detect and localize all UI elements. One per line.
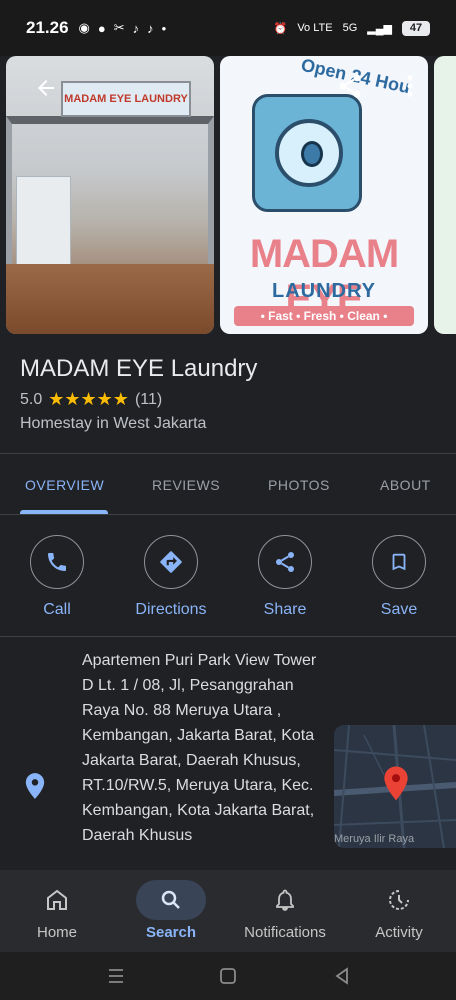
whatsapp-icon: ◉ [78,20,90,35]
call-button[interactable]: Call [0,535,114,619]
nav-activity-label: Activity [375,924,423,941]
directions-label: Directions [135,601,207,618]
nav-home[interactable]: Home [0,870,114,952]
nav-search[interactable]: Search [114,870,228,952]
message-icon: ● [97,20,106,36]
activity-icon-wrap [364,880,434,920]
map-street-label: Meruya Ilir Raya [334,833,415,845]
phone-icon [48,553,66,571]
alarm-icon: ⏰ [273,22,288,35]
save-label: Save [380,601,418,618]
back-system-icon[interactable] [330,964,354,988]
search-icon-wrap [136,880,206,920]
nav-home-label: Home [36,924,77,941]
system-navigation-bar [0,952,456,1000]
home-icon [47,889,67,910]
tab-bar: OVERVIEW REVIEWS PHOTOS ABOUT [0,453,456,515]
signal-bars-icon: ▂▄▆ [367,22,392,35]
status-time: 21.26 [26,18,69,37]
rating-row[interactable]: 5.0 ★★★★★ (11) [20,389,162,410]
photo-carousel[interactable]: MADAM EYE LAUNDRY Open 24 Hou MADAM EYE … [0,56,456,346]
home-icon-wrap [22,880,92,920]
arrow-back-icon [38,80,54,96]
notification-icons: ◉ ● ✂ ♪ ♪ • [79,20,167,36]
rating-stars: ★★★★★ [48,389,129,409]
tiktok-icon-2: ♪ [147,20,154,36]
logo-tagline: • Fast • Fresh • Clean • [234,306,414,326]
volte-label: Vo LTE [297,22,333,34]
share-circle [258,535,312,589]
home-system-icon[interactable] [216,964,240,988]
recents-icon[interactable] [104,964,128,988]
tiktok-icon: ♪ [132,20,140,36]
share-label: Share [263,601,307,618]
more-options-icon[interactable] [402,72,418,100]
share-photo-icon[interactable] [336,72,364,100]
logo-sub-text: LAUNDRY [271,280,377,302]
washer-eye [301,141,323,167]
nav-notifications[interactable]: Notifications [228,870,342,952]
bell-icon [276,889,294,911]
system-status: ⏰ Vo LTE 5G ▂▄▆ 47 [273,20,430,36]
directions-icon [160,551,182,573]
place-title: MADAM EYE Laundry [20,355,258,382]
photo-partial[interactable] [434,56,456,334]
washer-door [275,119,343,187]
back-button[interactable] [30,72,62,104]
nav-activity[interactable]: Activity [342,870,456,952]
storefront-sign: MADAM EYE LAUNDRY [61,81,191,117]
location-pin-icon [25,773,45,799]
action-buttons: Call Directions Share Save [0,535,456,635]
status-bar: 21.26 ◉ ● ✂ ♪ ♪ • ⏰ Vo LTE 5G ▂▄▆ 47 [0,0,456,56]
share-button[interactable]: Share [228,535,342,619]
directions-circle [144,535,198,589]
tab-indicator [20,510,108,514]
tab-about[interactable]: ABOUT [380,454,431,516]
map-pin-icon [384,766,408,801]
place-category: Homestay in West Jakarta [20,415,207,432]
tab-overview[interactable]: OVERVIEW [25,454,104,516]
activity-icon [389,890,409,910]
signal-label: 5G [342,22,358,34]
address-text[interactable]: Apartemen Puri Park View Tower D Lt. 1 /… [82,648,328,848]
tab-reviews[interactable]: REVIEWS [152,454,220,516]
nav-notifications-label: Notifications [244,924,326,941]
share-icon [276,552,294,572]
call-circle [30,535,84,589]
bookmark-icon [392,553,406,571]
rating-value: 5.0 [20,390,43,408]
battery-indicator: 47 [402,20,430,36]
dot-icon: • [161,20,167,36]
map-thumbnail[interactable]: Meruya Ilir Raya [334,725,456,848]
tools-icon: ✂ [113,20,125,35]
tab-photos[interactable]: PHOTOS [268,454,330,516]
directions-button[interactable]: Directions [114,535,228,619]
save-circle [372,535,426,589]
call-label: Call [43,601,71,618]
storefront-floor [6,264,214,334]
search-icon [161,890,180,909]
place-details-screen: 21.26 ◉ ● ✂ ♪ ♪ • ⏰ Vo LTE 5G ▂▄▆ 47 MAD… [0,0,456,1000]
nav-search-label: Search [145,924,197,941]
section-divider [0,636,456,637]
photo-logo[interactable]: Open 24 Hou MADAM EYE LAUNDRY • Fast • F… [220,56,428,334]
save-button[interactable]: Save [342,535,456,619]
logo-washer [252,94,362,212]
bell-icon-wrap [250,880,320,920]
review-count: (11) [134,390,163,408]
bottom-navigation: Home Search Notifications Activity [0,870,456,952]
